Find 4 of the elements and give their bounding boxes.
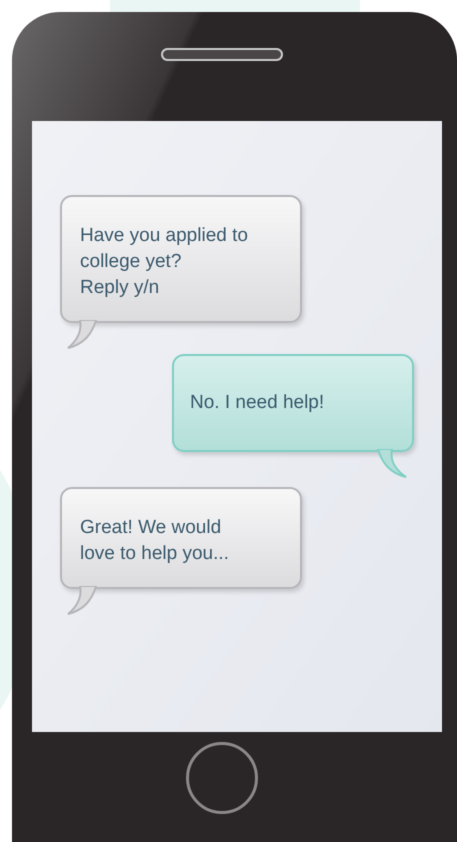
- message-text: Great! We would love to help you...: [80, 516, 230, 566]
- home-button[interactable]: [186, 742, 258, 814]
- message-text: Have you applied to college yet? Reply y/n: [80, 224, 249, 300]
- message-text: No. I need help!: [190, 391, 326, 415]
